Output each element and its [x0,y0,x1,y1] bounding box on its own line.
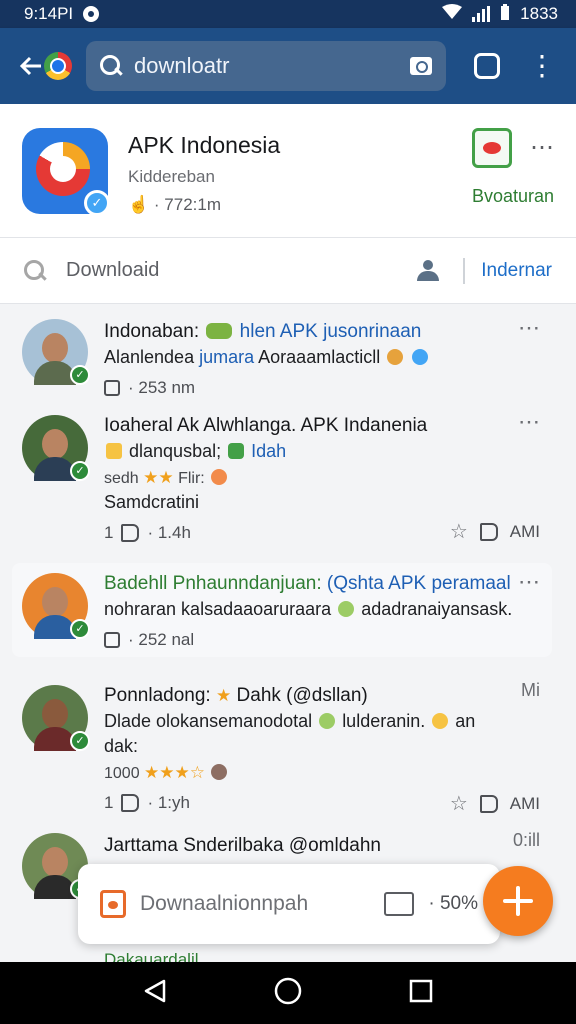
star-icon[interactable]: ☆ [450,519,468,544]
back-arrow-icon [20,56,41,76]
chrome-logo-icon [44,52,72,80]
like-icon[interactable] [479,522,498,541]
post-rating: 1000 ★★★☆ [104,763,540,783]
download-pill-label[interactable]: Downaalnionnpah [140,892,370,916]
nav-back-icon[interactable] [142,978,168,1009]
smiley-emoji-icon [432,713,449,729]
download-bar-link[interactable]: Indernar [481,260,552,282]
verified-check-icon: ✓ [70,619,90,639]
app-card[interactable]: ✓ APK Indonesia Kiddereban ☝ · 772:1m ⋯ … [0,104,576,238]
list-item[interactable]: ✓ Badehll Pnhaunndanjuan: (Qshta APK per… [12,563,552,657]
avatar[interactable]: ✓ [22,685,90,751]
list-item[interactable]: ✓ Ioaheral Ak Alwhlanga. APK Indanenia d… [12,411,552,553]
post-meta: · 252 nal [104,630,540,650]
leaf-emoji-icon [206,323,233,339]
app-stat-value: · 772:1m [153,195,221,214]
rating-stars-icon: ★★★☆ [144,763,206,782]
badge-emoji-icon [387,349,404,365]
post-title: Badehll Pnhaunndanjuan: (Qshta APK peram… [104,573,511,594]
leaf-emoji-icon [338,601,355,617]
app-icon[interactable]: ✓ [22,128,110,216]
list-item[interactable]: ✓ Indonaban: hlen APK jusonrinaan Alanle… [12,317,552,409]
more-icon[interactable]: ⋯ [518,411,540,433]
search-input[interactable]: downloatr [134,53,398,79]
tabs-button[interactable] [474,53,500,79]
post-time: 0:ill [512,830,540,850]
avatar[interactable]: ✓ [22,573,90,639]
post-title: Jarttama Snderilbaka @omldahn [104,835,381,856]
wifi-icon [442,3,463,25]
download-file-icon [100,890,126,918]
share-icon[interactable] [384,892,415,916]
people-icon[interactable] [415,259,441,282]
post-time: Mi [521,680,540,700]
more-icon[interactable]: ⋯ [530,136,554,160]
clover-emoji-icon [228,443,245,459]
cat-emoji-icon [412,349,429,365]
app-subtitle: Kiddereban [128,167,215,186]
leaf-emoji-icon [319,713,336,729]
camera-icon[interactable] [410,57,432,75]
verified-check-icon: ✓ [70,365,90,385]
nav-recents-icon[interactable] [408,978,434,1009]
like-icon: ☝ [128,195,150,214]
avatar[interactable]: ✓ [22,415,90,481]
post-title: Ioaheral Ak Alwhlanga. APK Indanenia [104,415,428,436]
battery-level: 1833 [520,4,558,23]
post-rating: sedh ★★ Flir: [104,468,540,488]
like-icon[interactable] [121,794,140,812]
notification-icon [83,6,100,22]
verified-check-icon: ✓ [70,731,90,751]
app-action-button[interactable]: Bvoaturan [472,186,554,207]
system-nav-bar [0,962,576,1024]
back-button[interactable] [20,52,72,80]
preview-icon[interactable] [472,128,512,168]
browser-toolbar: downloatr ⋮ [0,28,576,104]
search-icon [100,55,122,77]
clock-icon [104,632,120,648]
search-box[interactable]: downloatr [86,41,446,91]
post-text: dlanqusbal; Idah [104,441,540,462]
download-pill[interactable]: Downaalnionnpah · 50% [78,864,500,944]
post-text: Dlade olokansemanodotal lulderanin. an [104,711,476,731]
post-title: Ponnladong: ★ Dahk (@dsllan) [104,685,368,706]
like-icon[interactable] [479,794,498,813]
more-icon[interactable]: ⋯ [518,571,540,593]
smiley-emoji-icon [211,469,228,485]
search-icon [24,259,46,282]
star-emoji-icon: ★ [216,686,232,705]
post-text: nohraran kalsadaaoaruraara adadranaiyans… [104,599,513,619]
like-icon[interactable] [121,524,140,542]
download-search-bar[interactable]: Downloaid Indernar [0,238,576,304]
post-title: Indonaban: hlen APK jusonrinaan [104,321,422,342]
star-icon[interactable]: ☆ [450,791,468,816]
warning-emoji-icon [106,443,122,459]
nav-home-icon[interactable] [273,976,303,1011]
divider [463,257,466,284]
post-action[interactable]: AMI [510,522,540,542]
app-title: APK Indonesia [128,132,281,158]
app-stat: ☝ · 772:1m [128,195,444,215]
post-subtext: Samdcratini [104,492,200,512]
post-meta: · 253 nm [104,378,540,398]
post-action[interactable]: AMI [510,794,540,814]
battery-icon [500,3,510,25]
rating-stars-icon: ★★ [143,468,174,487]
status-time: 9:14PI [24,4,74,23]
add-fab-button[interactable] [483,866,553,936]
post-text-2: dak: [104,736,139,756]
more-icon[interactable]: ⋯ [518,317,540,339]
overflow-menu-icon[interactable]: ⋮ [528,52,556,80]
download-search-label[interactable]: Downloaid [66,259,415,282]
avatar[interactable]: ✓ [22,319,90,385]
clock-icon [104,380,120,396]
download-progress: · 50% [428,893,478,914]
verified-check-icon: ✓ [70,461,90,481]
bag-emoji-icon [211,764,228,780]
status-bar: 9:14PI 1833 [0,0,576,28]
list-item[interactable]: ✓ Ponnladong: ★ Dahk (@dsllan) Dlade olo… [12,680,552,823]
verified-badge-icon: ✓ [84,190,110,216]
post-text: Alanlendea jumara Aoraaamlacticll [104,347,540,368]
signal-icon [472,6,491,22]
